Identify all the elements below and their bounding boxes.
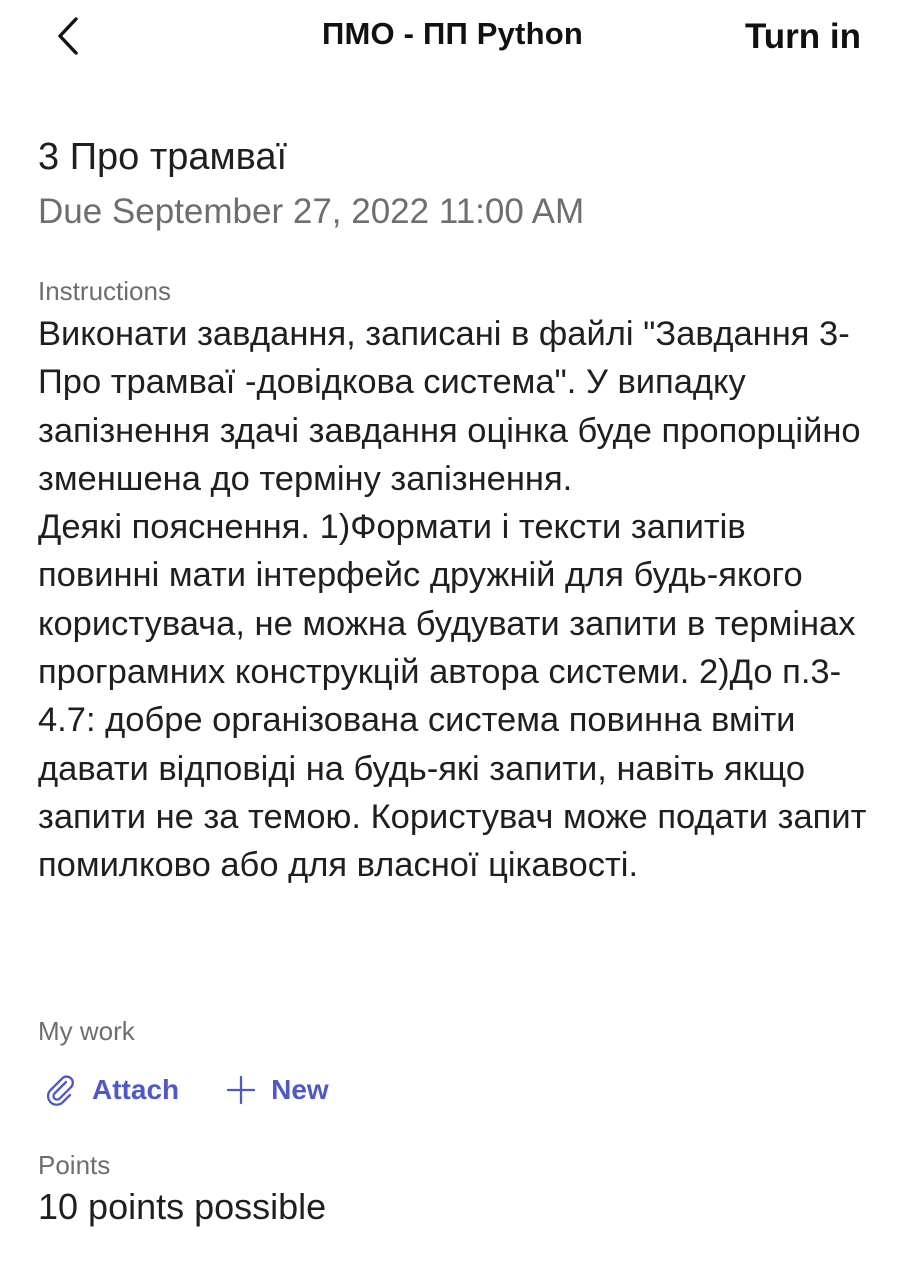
instructions-paragraph: Виконати завдання, записані в файлі "Зав… — [38, 315, 861, 498]
new-label: New — [271, 1074, 329, 1105]
attach-label: Attach — [92, 1074, 180, 1105]
instructions-text: Виконати завдання, записані в файлі "Зав… — [38, 310, 873, 890]
points-label: Points — [38, 1150, 111, 1180]
paperclip-icon — [44, 1073, 78, 1107]
instructions-paragraph: Деякі пояснення. 1)Формати і тексти запи… — [38, 508, 867, 885]
points-value: 10 points possible — [38, 1186, 327, 1227]
assignment-title: 3 Про трамваї — [38, 136, 288, 178]
plus-icon — [225, 1074, 257, 1106]
turn-in-button[interactable]: Turn in — [745, 17, 861, 57]
instructions-label: Instructions — [38, 276, 171, 306]
my-work-actions: Attach New — [38, 1068, 329, 1112]
attach-button[interactable]: Attach — [44, 1073, 179, 1107]
top-bar: ПМО - ПП Python Turn in — [0, 0, 905, 80]
new-button[interactable]: New — [225, 1074, 329, 1106]
due-date: Due September 27, 2022 11:00 AM — [38, 192, 585, 231]
my-work-label: My work — [38, 1016, 135, 1046]
